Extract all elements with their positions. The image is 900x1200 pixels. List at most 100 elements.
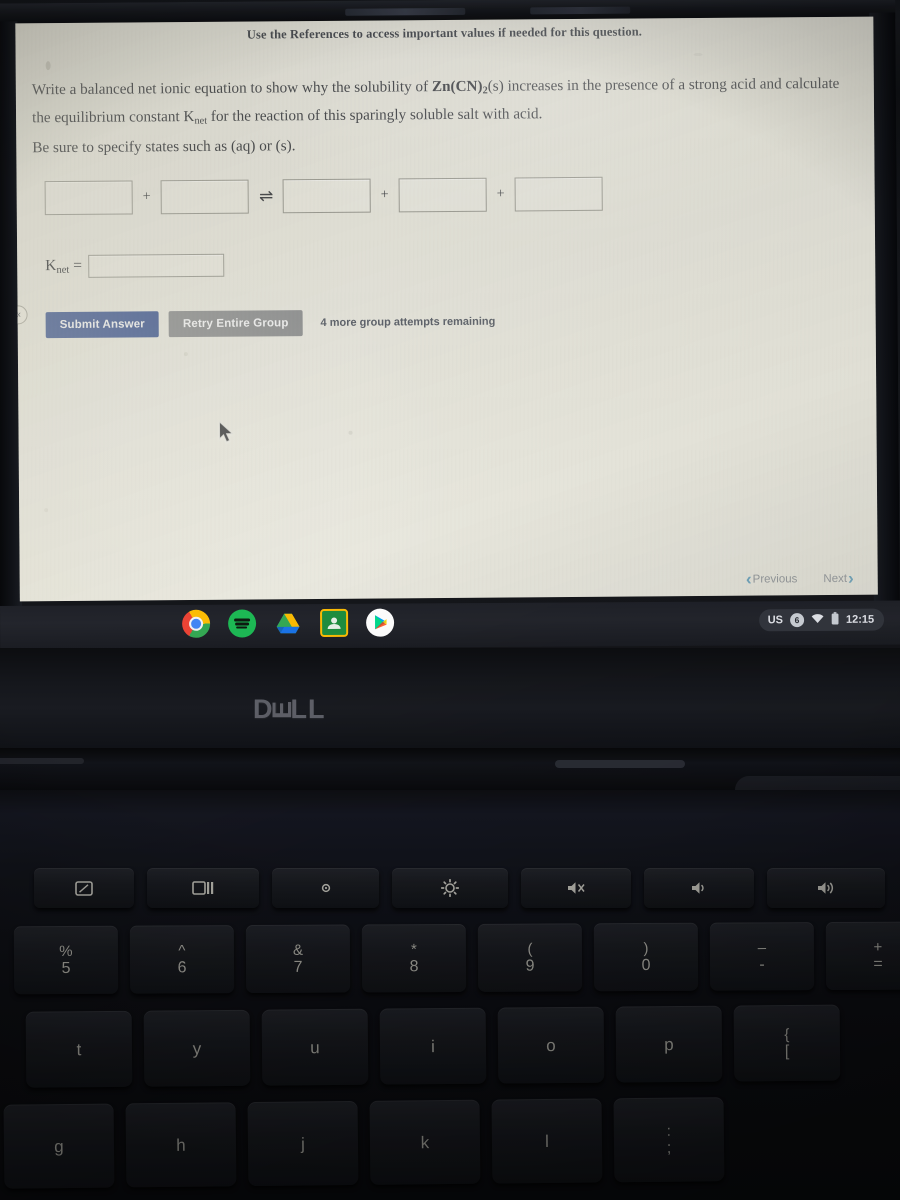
knet-input[interactable] bbox=[87, 253, 225, 278]
key-6[interactable]: ^ 6 bbox=[129, 925, 235, 994]
brightness-up-key[interactable] bbox=[392, 868, 508, 908]
key-g[interactable]: g bbox=[3, 1103, 115, 1189]
keyboard-home-letter-row: g h j k l : ; bbox=[0, 1095, 900, 1196]
knet-label-sub: net bbox=[56, 264, 70, 276]
key-bracket-left-shift-label: { bbox=[784, 1025, 790, 1043]
volume-up-key[interactable] bbox=[767, 868, 885, 908]
overview-icon bbox=[192, 881, 214, 895]
references-note: Use the References to access important v… bbox=[246, 24, 643, 42]
notification-count-badge: 6 bbox=[789, 613, 805, 628]
browser-tab-ghost-2[interactable] bbox=[530, 6, 631, 15]
key-bracket-left[interactable]: { [ bbox=[733, 1004, 841, 1082]
key-8-shift-label: * bbox=[410, 940, 417, 958]
key-9[interactable]: ( 9 bbox=[477, 923, 583, 992]
knet-row: Knet = bbox=[45, 253, 225, 278]
screen-smudge-5 bbox=[44, 508, 49, 513]
keyboard-function-row bbox=[0, 868, 900, 916]
chrome-icon[interactable] bbox=[182, 609, 211, 638]
key-j[interactable]: j bbox=[247, 1100, 359, 1187]
key-i[interactable]: i bbox=[379, 1007, 487, 1085]
google-drive-icon[interactable] bbox=[274, 609, 302, 637]
fullscreen-key[interactable] bbox=[34, 868, 134, 908]
spotify-wave-3 bbox=[236, 626, 248, 629]
states-instruction: Be sure to specify states such as (aq) o… bbox=[32, 137, 296, 157]
key-equals-label: = bbox=[873, 955, 883, 973]
spotify-icon[interactable] bbox=[228, 609, 257, 638]
key-5-shift-label: % bbox=[59, 942, 73, 960]
previous-button[interactable]: ‹ Previous bbox=[745, 569, 798, 589]
key-u-label: u bbox=[310, 1037, 320, 1057]
browser-tab-ghost-1[interactable] bbox=[345, 7, 466, 16]
key-l[interactable]: l bbox=[491, 1098, 603, 1184]
key-j-label: j bbox=[300, 1134, 305, 1154]
spotify-wave-2 bbox=[235, 622, 250, 626]
key-g-label: g bbox=[54, 1136, 64, 1156]
key-t[interactable]: t bbox=[25, 1010, 133, 1088]
equation-input-row: + ⇌ + + bbox=[44, 176, 603, 216]
key-k[interactable]: k bbox=[369, 1099, 481, 1185]
key-semicolon-shift-label: : bbox=[666, 1122, 672, 1140]
knet-subscript-inline: net bbox=[194, 115, 208, 127]
key-0-label: 0 bbox=[641, 956, 651, 974]
key-equals-shift-label: + bbox=[873, 938, 883, 956]
spotify-wave-1 bbox=[234, 618, 251, 622]
key-7[interactable]: & 7 bbox=[245, 924, 351, 994]
equation-box-4[interactable] bbox=[398, 177, 487, 213]
attempts-remaining-text: 4 more group attempts remaining bbox=[320, 315, 496, 330]
key-equals[interactable]: + = bbox=[825, 921, 900, 991]
key-y-label: y bbox=[192, 1038, 202, 1058]
dell-logo: D E LL bbox=[253, 694, 326, 725]
mute-key[interactable] bbox=[521, 868, 631, 908]
key-h[interactable]: h bbox=[125, 1102, 237, 1188]
key-0[interactable]: ) 0 bbox=[593, 922, 699, 992]
screenshot-root: Use the References to access important v… bbox=[0, 0, 900, 1200]
question-line1-part-b: increases in the presence of a strong ac… bbox=[503, 74, 840, 95]
equation-box-2[interactable] bbox=[160, 179, 249, 215]
key-semicolon[interactable]: : ; bbox=[613, 1097, 725, 1183]
hinge-vent-right bbox=[555, 760, 685, 768]
key-semicolon-label: ; bbox=[666, 1139, 672, 1157]
retry-entire-group-button[interactable]: Retry Entire Group bbox=[168, 310, 303, 338]
sidebar-collapse-handle[interactable]: « bbox=[15, 305, 28, 325]
volume-high-icon bbox=[818, 882, 834, 894]
key-o[interactable]: o bbox=[497, 1006, 605, 1084]
previous-label: Previous bbox=[752, 572, 798, 586]
key-5[interactable]: % 5 bbox=[13, 925, 119, 995]
volume-down-key[interactable] bbox=[644, 868, 754, 908]
key-i-label: i bbox=[430, 1036, 435, 1056]
clock[interactable]: 12:15 bbox=[846, 614, 874, 626]
chevron-left-icon: ‹ bbox=[745, 569, 752, 589]
knet-label: Knet = bbox=[45, 257, 82, 276]
laptop-lid-band bbox=[0, 648, 900, 748]
next-button[interactable]: Next › bbox=[823, 569, 853, 588]
screen-smudge-4 bbox=[183, 352, 188, 357]
equation-operator-2: + bbox=[380, 187, 389, 203]
key-t-label: t bbox=[76, 1039, 82, 1059]
key-bracket-left-label: [ bbox=[784, 1042, 790, 1060]
key-8[interactable]: * 8 bbox=[361, 923, 467, 993]
google-classroom-icon[interactable] bbox=[320, 608, 349, 638]
next-label: Next bbox=[823, 572, 848, 585]
chromebook-screen: Use the References to access important v… bbox=[0, 0, 900, 622]
key-minus[interactable]: – - bbox=[709, 922, 815, 991]
page-navigation: ‹ Previous Next › bbox=[745, 569, 854, 589]
screen-smudge-1 bbox=[45, 61, 51, 71]
equation-box-5[interactable] bbox=[514, 176, 603, 212]
equation-box-1[interactable] bbox=[44, 180, 133, 216]
volume-low-icon bbox=[692, 882, 704, 894]
fullscreen-icon bbox=[75, 880, 93, 896]
overview-windows-key[interactable] bbox=[147, 868, 259, 908]
play-store-icon[interactable] bbox=[366, 608, 395, 637]
key-p[interactable]: p bbox=[615, 1005, 723, 1083]
hinge-vent-left bbox=[0, 758, 84, 764]
key-6-shift-label: ^ bbox=[178, 941, 186, 959]
key-u[interactable]: u bbox=[261, 1008, 369, 1086]
equation-box-3[interactable] bbox=[282, 178, 371, 214]
key-y[interactable]: y bbox=[143, 1009, 251, 1087]
action-button-row: Submit Answer Retry Entire Group 4 more … bbox=[45, 309, 496, 339]
equilibrium-arrow-icon: ⇌ bbox=[258, 186, 273, 206]
system-tray[interactable]: US 6 12:15 bbox=[758, 608, 885, 632]
key-k-label: k bbox=[420, 1132, 430, 1152]
submit-answer-button[interactable]: Submit Answer bbox=[45, 311, 160, 339]
brightness-down-key[interactable] bbox=[272, 868, 379, 908]
